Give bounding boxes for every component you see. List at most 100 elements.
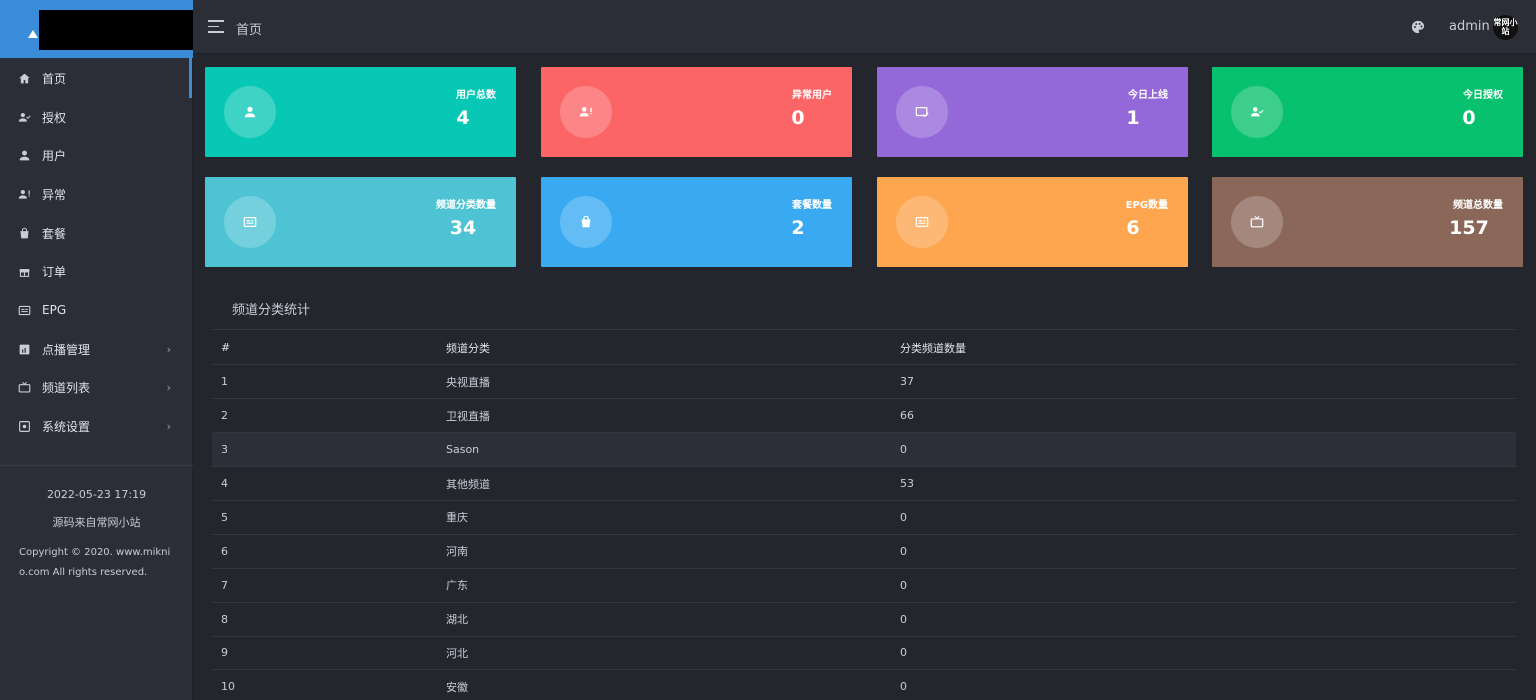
sidebar-item-6[interactable]: EPG [0, 291, 193, 330]
stat-card[interactable]: 今日授权 0 [1212, 67, 1523, 157]
sidebar-item-9[interactable]: 系统设置 › [0, 407, 193, 446]
table-row[interactable]: 1 央视直播 37 [212, 364, 1516, 400]
stat-card-label: 频道分类数量 [436, 200, 496, 211]
tv-icon [1231, 196, 1283, 248]
sidebar-item-label: 异常 [42, 187, 67, 202]
redacted-logo-text [39, 10, 193, 50]
table-row[interactable]: 6 河南 0 [212, 534, 1516, 569]
stat-card-value: 157 [1449, 217, 1489, 239]
row-index: 5 [212, 500, 433, 535]
settings-icon [18, 420, 31, 433]
vod-icon [18, 343, 31, 356]
row-index: 6 [212, 534, 433, 569]
column-header[interactable]: # [212, 331, 433, 366]
epg-icon [896, 196, 948, 248]
chevron-right-icon: › [166, 420, 171, 434]
sidebar-item-label: 用户 [42, 149, 67, 164]
stat-card[interactable]: 频道分类数量 34 [205, 177, 516, 267]
footer-copyright: Copyright © 2020. www.miknio.com All rig… [19, 547, 171, 578]
brand-logo-area[interactable] [0, 0, 193, 58]
stat-card-label: 频道总数量 [1453, 200, 1503, 211]
panel-title: 频道分类统计 [232, 303, 311, 318]
stat-card-label: 今日上线 [1128, 90, 1168, 101]
table-row[interactable]: 5 重庆 0 [212, 500, 1516, 535]
stat-card-label: 今日授权 [1463, 90, 1503, 101]
stat-card[interactable]: 异常用户 0 [541, 67, 852, 157]
sidebar-item-label: 套餐 [42, 226, 67, 241]
sidebar-item-label: 点播管理 [42, 342, 91, 357]
column-header[interactable]: 频道分类 [433, 331, 888, 366]
category-stats-table: # 频道分类 分类频道数量 1 央视直播 37 2 卫视直播 66 3 Sason 0 4 其他频道… [212, 331, 1516, 700]
user-check-icon [1231, 86, 1283, 138]
sidebar-item-7[interactable]: 点播管理 › [0, 330, 193, 369]
stat-card-label: EPG数量 [1125, 200, 1168, 211]
row-index: 1 [212, 364, 433, 400]
stat-card[interactable]: 频道总数量 157 [1212, 177, 1523, 267]
sidebar-item-label: 频道列表 [42, 381, 91, 396]
channel-count: 0 [888, 568, 1516, 603]
avatar[interactable]: 常网小站 [1493, 15, 1518, 40]
category-name: 央视直播 [433, 364, 888, 400]
category-name: 河南 [433, 534, 888, 569]
channel-count: 0 [888, 432, 1516, 468]
bag-icon [560, 196, 612, 248]
row-index: 7 [212, 568, 433, 603]
user-alert-icon [18, 188, 31, 201]
stat-card[interactable]: 套餐数量 2 [541, 177, 852, 267]
sidebar-item-label: 首页 [42, 71, 67, 86]
sidebar-item-0[interactable]: 首页 [0, 59, 193, 98]
footer-datetime: 2022-05-23 17:19 [46, 488, 147, 501]
stat-card[interactable]: 今日上线 1 [877, 67, 1188, 157]
category-name: Sason [433, 432, 888, 468]
table-row[interactable]: 9 河北 0 [212, 636, 1516, 671]
menu-toggle-icon[interactable] [208, 20, 224, 33]
top-bar: 首页 admin 常网小站 [193, 0, 1536, 54]
stat-card-value: 4 [456, 107, 470, 129]
table-row[interactable]: 10 安徽 0 [212, 669, 1516, 700]
epg-icon [224, 196, 276, 248]
gift-icon [18, 265, 31, 278]
sidebar-footer: 2022-05-23 17:19 源码来自常网小站 Copyright © 20… [0, 480, 193, 582]
stat-card-label: 套餐数量 [792, 200, 832, 211]
breadcrumb: 首页 [236, 23, 263, 38]
category-name: 广东 [433, 568, 888, 603]
sidebar-item-2[interactable]: 用户 [0, 136, 193, 175]
column-header[interactable]: 分类频道数量 [888, 331, 1516, 366]
category-name: 其他频道 [433, 466, 888, 501]
sidebar-item-label: 订单 [42, 265, 67, 280]
channel-count: 66 [888, 398, 1516, 434]
epg-icon [18, 304, 31, 317]
panel-divider [212, 329, 1516, 330]
category-name: 湖北 [433, 602, 888, 637]
channel-count: 0 [888, 500, 1516, 535]
stat-card-value: 1 [1126, 107, 1140, 129]
chevron-right-icon: › [166, 342, 171, 356]
username-menu[interactable]: admin [1449, 19, 1490, 34]
table-row[interactable]: 3 Sason 0 [212, 432, 1516, 468]
sidebar-item-8[interactable]: 频道列表 › [0, 369, 193, 408]
table-row[interactable]: 7 广东 0 [212, 568, 1516, 603]
sidebar-item-4[interactable]: 套餐 [0, 214, 193, 253]
sidebar: 首页 授权 用户 异常 套餐 订单 EPG 点播管理 › 频道列表 › 系统设置 › 2022-05-2… [0, 0, 193, 700]
table-row[interactable]: 8 湖北 0 [212, 602, 1516, 637]
sidebar-item-1[interactable]: 授权 [0, 98, 193, 137]
user-icon [224, 86, 276, 138]
table-row[interactable]: 2 卫视直播 66 [212, 398, 1516, 434]
stat-card-value: 6 [1126, 217, 1140, 239]
palette-icon[interactable] [1411, 20, 1425, 34]
sidebar-item-label: 系统设置 [42, 420, 91, 435]
stat-card[interactable]: EPG数量 6 [877, 177, 1188, 267]
stat-card-value: 0 [1462, 107, 1476, 129]
sidebar-item-3[interactable]: 异常 [0, 175, 193, 214]
table-header-row: # 频道分类 分类频道数量 [212, 331, 1516, 366]
stat-card[interactable]: 用户总数 4 [205, 67, 516, 157]
user-icon [18, 149, 31, 162]
channel-count: 0 [888, 669, 1516, 700]
sidebar-item-5[interactable]: 订单 [0, 252, 193, 291]
channel-count: 37 [888, 364, 1516, 400]
stat-card-label: 异常用户 [792, 90, 832, 101]
row-index: 8 [212, 602, 433, 637]
table-row[interactable]: 4 其他频道 53 [212, 466, 1516, 501]
sidebar-item-label: EPG [42, 303, 67, 318]
category-name: 卫视直播 [433, 398, 888, 434]
